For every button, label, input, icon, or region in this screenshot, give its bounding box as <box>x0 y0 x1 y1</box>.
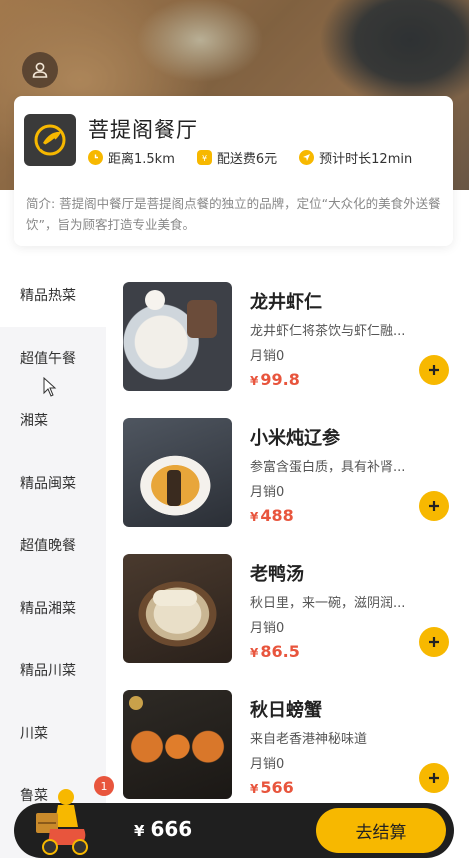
cart-count-badge: 1 <box>94 776 114 796</box>
product-desc: 龙井虾仁将茶饮与虾仁融... <box>250 324 406 339</box>
category-label: 精品热菜 <box>20 288 76 305</box>
plus-icon <box>429 365 439 375</box>
add-to-cart-button[interactable] <box>419 763 449 793</box>
product-sales: 月销0 <box>250 349 285 364</box>
eta-text: 预计时长12min <box>319 152 413 167</box>
product-price: ¥86.5 <box>250 642 300 661</box>
product-card[interactable]: 龙井虾仁 龙井虾仁将茶饮与虾仁融... 月销0 ¥99.8 <box>123 282 463 392</box>
product-image[interactable] <box>123 418 232 527</box>
currency-symbol: ¥ <box>250 782 259 796</box>
category-item[interactable]: 精品闽菜 <box>0 452 106 515</box>
add-to-cart-button[interactable] <box>419 627 449 657</box>
add-to-cart-button[interactable] <box>419 355 449 385</box>
category-item[interactable]: 精品川菜 <box>0 639 106 702</box>
category-item[interactable]: 精品湘菜 <box>0 577 106 640</box>
product-price: ¥566 <box>250 778 294 797</box>
currency-symbol: ¥ <box>250 374 259 388</box>
shop-meta: 距离1.5km ¥ 配送费6元 预计时长12min <box>88 148 412 167</box>
product-image[interactable] <box>123 690 232 799</box>
delivery-fee-info: ¥ 配送费6元 <box>196 148 278 167</box>
category-label: 精品闽菜 <box>20 475 76 492</box>
user-profile-button[interactable] <box>22 52 58 88</box>
price-value: 86.5 <box>260 642 300 661</box>
plus-icon <box>429 773 439 783</box>
distance-info: 距离1.5km <box>88 148 175 167</box>
product-card[interactable]: 秋日螃蟹 来自老香港神秘味道 月销0 ¥566 <box>123 690 463 800</box>
product-card[interactable]: 老鸭汤 秋日里，来一碗，滋阴润... 月销0 ¥86.5 <box>123 554 463 664</box>
clock-icon <box>88 150 103 165</box>
navigation-icon <box>299 150 315 165</box>
shop-logo-icon <box>34 124 66 156</box>
svg-text:¥: ¥ <box>202 154 207 162</box>
price-value: 566 <box>260 778 294 797</box>
price-value: 488 <box>260 506 294 525</box>
currency-symbol: ¥ <box>250 646 259 660</box>
mouse-cursor-icon <box>43 377 57 397</box>
plus-icon <box>429 501 439 511</box>
currency-symbol: ¥ <box>250 510 259 524</box>
product-desc: 秋日里，来一碗，滋阴润... <box>250 596 406 611</box>
product-image[interactable] <box>123 282 232 391</box>
category-label: 川菜 <box>20 725 48 742</box>
category-label: 超值晚餐 <box>20 538 76 555</box>
shop-intro: 简介: 菩提阁中餐厅是菩提阁点餐的独立的品牌，定位“大众化的美食外送餐饮”，旨为… <box>26 196 441 232</box>
category-item[interactable]: 精品热菜 <box>0 264 106 327</box>
shop-logo <box>24 114 76 166</box>
add-to-cart-button[interactable] <box>419 491 449 521</box>
product-sales: 月销0 <box>250 485 285 500</box>
delivery-fee-text: 配送费6元 <box>216 152 278 167</box>
shop-name: 菩提阁餐厅 <box>88 118 198 142</box>
distance-text: 距离1.5km <box>108 152 175 167</box>
cart-button[interactable]: 1 <box>30 776 114 857</box>
plus-icon <box>429 637 439 647</box>
product-price: ¥488 <box>250 506 294 525</box>
price-value: 99.8 <box>260 370 300 389</box>
category-sidebar: 精品热菜 超值午餐 湘菜 精品闽菜 超值晚餐 精品湘菜 精品川菜 川菜 鲁菜 <box>0 264 106 858</box>
product-name: 秋日螃蟹 <box>250 700 322 721</box>
shop-info-card: 菩提阁餐厅 距离1.5km ¥ 配送费6元 预计时长12min 简介: 菩提阁中… <box>14 96 453 246</box>
category-label: 精品湘菜 <box>20 600 76 617</box>
category-label: 精品川菜 <box>20 663 76 680</box>
product-desc: 参富含蛋白质，具有补肾... <box>250 460 406 475</box>
category-item[interactable]: 超值晚餐 <box>0 514 106 577</box>
delivery-rider-icon <box>36 789 88 855</box>
product-sales: 月销0 <box>250 757 285 772</box>
user-icon <box>32 62 48 78</box>
category-item[interactable]: 川菜 <box>0 702 106 765</box>
cart-total-value: 666 <box>150 817 193 841</box>
money-bag-icon: ¥ <box>196 150 212 165</box>
product-card[interactable]: 小米炖辽参 参富含蛋白质，具有补肾... 月销0 ¥488 <box>123 418 463 528</box>
cart-bar: 1 ¥666 去结算 <box>14 776 454 858</box>
category-label: 超值午餐 <box>20 350 76 367</box>
product-name: 老鸭汤 <box>250 564 304 585</box>
product-image[interactable] <box>123 554 232 663</box>
product-price: ¥99.8 <box>250 370 300 389</box>
product-name: 龙井虾仁 <box>250 292 322 313</box>
checkout-button[interactable]: 去结算 <box>316 808 446 853</box>
product-name: 小米炖辽参 <box>250 428 340 449</box>
eta-info: 预计时长12min <box>299 148 412 167</box>
category-item[interactable]: 湘菜 <box>0 389 106 452</box>
category-label: 湘菜 <box>20 413 48 430</box>
product-sales: 月销0 <box>250 621 285 636</box>
product-list: 龙井虾仁 龙井虾仁将茶饮与虾仁融... 月销0 ¥99.8 小米炖辽参 参富含蛋… <box>106 264 469 858</box>
currency-symbol: ¥ <box>134 822 145 840</box>
cart-total: ¥666 <box>134 817 192 841</box>
product-desc: 来自老香港神秘味道 <box>250 732 368 747</box>
